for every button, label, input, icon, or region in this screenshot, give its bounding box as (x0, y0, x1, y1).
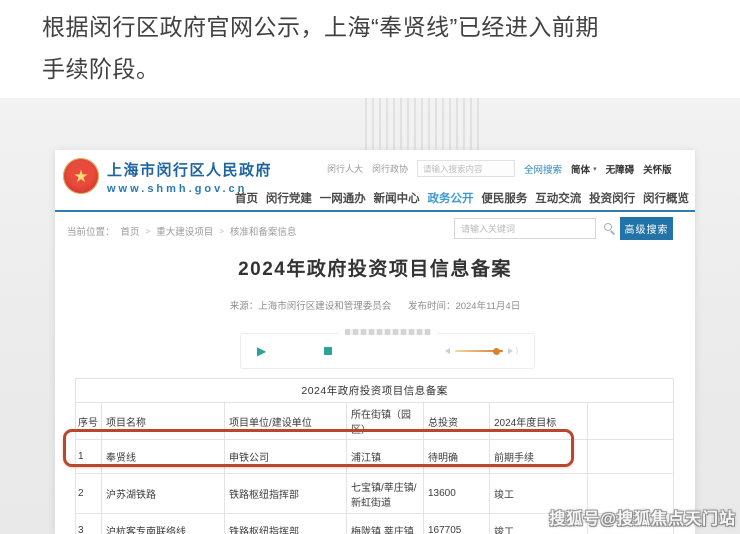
intro-line2: 手续阶段。 (42, 48, 599, 90)
table-cell: 待明确 (424, 440, 490, 474)
stop-icon[interactable] (324, 347, 332, 355)
column-header: 总投资 (424, 403, 490, 440)
volume-group: ) (445, 347, 518, 355)
table-cell: 3 (76, 514, 102, 534)
audio-player: ▶ ) (240, 333, 535, 369)
table-cell: 13600 (424, 474, 490, 514)
breadcrumb-prefix: 当前位置： (67, 224, 115, 238)
nav-item[interactable]: 闵行党建 (266, 190, 312, 206)
breadcrumb-item[interactable]: 核准和备案信息 (230, 224, 297, 238)
page: 根据闵行区政府官网公示，上海“奉贤线”已经进入前期 手续阶段。 ★ 上海市闵行区… (0, 0, 740, 534)
column-header: 2024年度目标 (490, 403, 588, 440)
breadcrumb-item[interactable]: 首页 (121, 224, 140, 238)
breadcrumb-separator: > (146, 227, 151, 236)
care-mode-link[interactable]: 关怀版 (643, 162, 672, 176)
nav-item[interactable]: 闵行概览 (643, 190, 689, 206)
column-header: 序号 (76, 403, 102, 440)
gov-website-screenshot: ★ 上海市闵行区人民政府 www.shmh.gov.cn 闵行人大 闵行政协 全… (55, 150, 695, 534)
article-source: 来源：上海市闵行区建设和管理委员会 (230, 301, 392, 312)
nav-item[interactable]: 新闻中心 (374, 190, 420, 206)
table-header-row: 序号项目名称项目单位/建设单位所在街镇（园区）总投资2024年度目标 (76, 403, 674, 440)
link-zhengxie[interactable]: 闵行政协 (372, 162, 408, 175)
table-cell: 167705 (424, 514, 490, 534)
main-nav: 首页闵行党建一网通办新闻中心政务公开便民服务互动交流投资闵行闵行概览 (235, 190, 689, 206)
breadcrumb-items: 首页 > 重大建设项目 > 核准和备案信息 (121, 224, 297, 238)
volume-slider[interactable] (455, 350, 503, 352)
site-search-input[interactable] (417, 160, 515, 177)
article-meta: 来源：上海市闵行区建设和管理委员会 发布时间：2024年11月4日 (55, 298, 695, 312)
site-title: 上海市闵行区人民政府 (107, 159, 272, 180)
nav-item[interactable]: 政务公开 (428, 190, 474, 206)
table-cell (588, 440, 674, 474)
audio-controls: ▶ ) (241, 334, 534, 368)
table-row: 1奉贤线申铁公司浦江镇待明确前期手续 (76, 440, 674, 474)
page-title: 2024年政府投资项目信息备案 (55, 254, 695, 281)
intro-line1: 根据闵行区政府官网公示，上海“奉贤线”已经进入前期 (42, 6, 599, 48)
nav-item[interactable]: 投资闵行 (589, 190, 635, 206)
table-cell: 1 (76, 440, 102, 474)
speaker-wave-icon: ) (515, 347, 518, 355)
column-header: 所在街镇（园区） (347, 403, 424, 440)
column-header: 项目单位/建设单位 (225, 403, 347, 440)
table-cell: 梅陇镇 莘庄镇 (347, 514, 424, 534)
breadcrumb-item[interactable]: 重大建设项目 (156, 224, 213, 238)
screenshot-panel: ★ 上海市闵行区人民政府 www.shmh.gov.cn 闵行人大 闵行政协 全… (0, 98, 740, 534)
article-publish-date: 发布时间：2024年11月4日 (408, 301, 520, 312)
table-cell: 沪杭客专南联络线 (102, 514, 225, 534)
watermark: 搜狐号@搜狐焦点天门站 (549, 505, 736, 529)
table-cell: 奉贤线 (102, 440, 225, 474)
table-cell: 前期手续 (490, 440, 588, 474)
breadcrumb-separator: > (219, 227, 224, 236)
accessibility-link[interactable]: 无障碍 (606, 162, 635, 176)
table-cell: 七宝镇/莘庄镇/新虹街道 (347, 474, 424, 514)
language-toggle[interactable]: 简体 (571, 162, 590, 176)
header-utility-bar: 闵行人大 闵行政协 全网搜索 简体 ▾ 无障碍 关怀版 (327, 160, 691, 177)
keyword-search-input[interactable] (454, 218, 596, 239)
table-cell: 铁路枢纽指挥部 (225, 514, 347, 534)
column-header (588, 403, 674, 440)
article-intro: 根据闵行区政府官网公示，上海“奉贤线”已经进入前期 手续阶段。 (42, 6, 599, 90)
audio-player-caption (339, 329, 437, 335)
nav-item[interactable]: 一网通办 (320, 190, 366, 206)
breadcrumb-row: 当前位置： 首页 > 重大建设项目 > 核准和备案信息 高级搜索 (55, 214, 695, 244)
table-cell: 浦江镇 (347, 440, 424, 474)
nav-item[interactable]: 互动交流 (535, 190, 581, 206)
search-icon[interactable] (604, 223, 612, 231)
table-cell: 申铁公司 (225, 440, 347, 474)
chevron-down-icon: ▾ (593, 165, 597, 173)
nav-item[interactable]: 首页 (235, 190, 258, 206)
site-header: ★ 上海市闵行区人民政府 www.shmh.gov.cn 闵行人大 闵行政协 全… (55, 150, 695, 212)
link-renda[interactable]: 闵行人大 (327, 162, 363, 175)
column-header: 项目名称 (102, 403, 225, 440)
advanced-search-button[interactable]: 高级搜索 (620, 217, 673, 240)
table-cell: 铁路枢纽指挥部 (225, 474, 347, 514)
site-url: www.shmh.gov.cn (107, 183, 247, 195)
volume-slider-handle[interactable] (493, 348, 500, 355)
table-cell: 2 (76, 474, 102, 514)
table-cell: 沪苏湖铁路 (102, 474, 225, 514)
breadcrumb: 当前位置： 首页 > 重大建设项目 > 核准和备案信息 (67, 224, 296, 238)
search-all-button[interactable]: 全网搜索 (524, 162, 562, 176)
nav-item[interactable]: 便民服务 (481, 190, 527, 206)
table-caption: 2024年政府投资项目信息备案 (76, 379, 674, 403)
play-icon[interactable]: ▶ (257, 345, 266, 357)
speaker-icon (508, 348, 513, 354)
volume-low-icon (445, 348, 450, 354)
national-emblem-icon: ★ (63, 158, 99, 194)
